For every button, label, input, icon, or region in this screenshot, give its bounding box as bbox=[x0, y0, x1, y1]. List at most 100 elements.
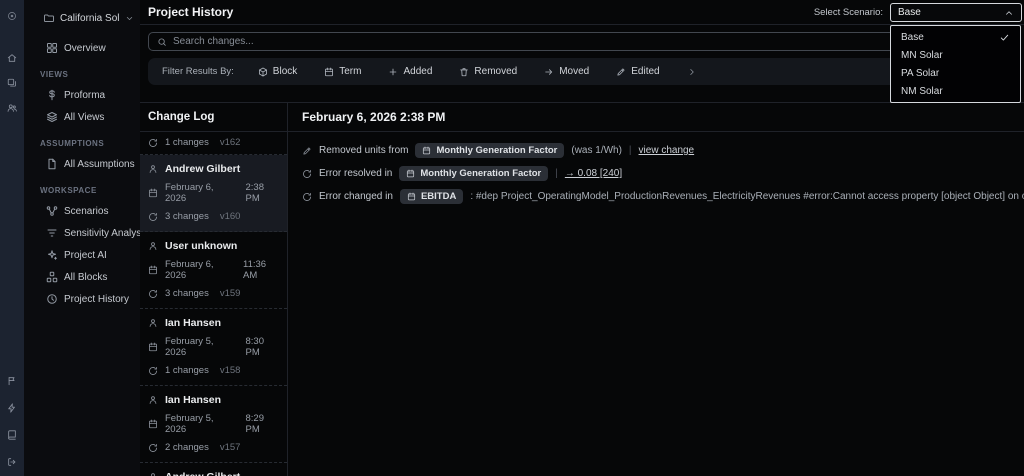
filter-button-label: Removed bbox=[474, 66, 518, 77]
sidebar-item-label: Project AI bbox=[64, 249, 107, 261]
block-badge[interactable]: Monthly Generation Factor bbox=[399, 166, 549, 181]
sidebar-item-proforma[interactable]: Proforma bbox=[24, 84, 140, 106]
scenario-select[interactable]: Base bbox=[890, 3, 1022, 22]
book-icon bbox=[8, 430, 16, 440]
sidebar-item-label: Overview bbox=[64, 42, 106, 54]
filter-removed-button[interactable]: Removed bbox=[459, 66, 517, 77]
sidebar-item-scenarios[interactable]: Scenarios bbox=[24, 200, 140, 222]
chevron-down-icon bbox=[126, 16, 133, 20]
folder-icon bbox=[44, 14, 54, 22]
change-note: (was 1/Wh) bbox=[571, 145, 622, 156]
scenario-option-mn-solar[interactable]: MN Solar bbox=[891, 46, 1020, 64]
changelog-entry[interactable]: 1 changes v162 bbox=[140, 132, 287, 155]
entry-change-count: 3 changes bbox=[165, 288, 209, 299]
more-filters-button[interactable] bbox=[687, 67, 697, 77]
changelog-entry[interactable]: Ian Hansen February 5, 2026 8:29 PM 2 chang… bbox=[140, 386, 287, 463]
logout-icon bbox=[8, 458, 16, 466]
entry-date: February 6, 2026 bbox=[165, 182, 214, 204]
search-bar bbox=[148, 32, 1016, 51]
entry-change-count: 1 changes bbox=[165, 365, 209, 376]
sidebar-item-project-ai[interactable]: Project AI bbox=[24, 244, 140, 266]
change-detail-row: Error changed in EBITDA: #dep Project_Ope… bbox=[302, 189, 1024, 204]
divider: | bbox=[628, 145, 632, 156]
trash-icon bbox=[460, 67, 469, 76]
filter-term-button[interactable]: Term bbox=[324, 66, 361, 77]
change-link[interactable]: → 0.08 [240] bbox=[565, 168, 622, 179]
filter-label: Filter Results By: bbox=[162, 66, 234, 77]
changelog-entry[interactable]: Ian Hansen February 5, 2026 8:30 PM 1 chang… bbox=[140, 309, 287, 386]
sidebar-item-overview[interactable]: Overview bbox=[24, 37, 140, 59]
change-log-list: 1 changes v162 Andrew Gilbert February 6, 2… bbox=[140, 132, 287, 476]
sidebar-sections: VIEWS Proforma All Views ASSUMPTIONS All Ass… bbox=[24, 59, 140, 310]
arrow-right-icon bbox=[545, 68, 553, 75]
block-badge-label: EBITDA bbox=[420, 191, 457, 202]
block-badge[interactable]: Monthly Generation Factor bbox=[415, 143, 565, 158]
change-link[interactable]: view change bbox=[639, 145, 695, 156]
rail-flag-button[interactable] bbox=[4, 373, 20, 389]
project-selector[interactable]: California Sol... bbox=[24, 10, 140, 26]
entry-date: February 5, 2026 bbox=[165, 336, 214, 358]
check-icon bbox=[1000, 34, 1009, 40]
scenario-option-base[interactable]: Base bbox=[891, 28, 1020, 46]
sidebar-item-all-assumptions[interactable]: All Assumptions bbox=[24, 153, 140, 175]
clock-icon bbox=[47, 294, 57, 304]
filter-added-button[interactable]: Added bbox=[388, 66, 432, 77]
project-name: California Sol... bbox=[60, 12, 120, 24]
changelog-entry[interactable]: Andrew GilbertFebruary 4, 20263:21 PM20 … bbox=[140, 463, 287, 476]
sidebar-item-sensitivity-analysis[interactable]: Sensitivity Analysis bbox=[24, 222, 140, 244]
sidebar-item-all-views[interactable]: All Views bbox=[24, 106, 140, 128]
entry-user-name: User unknown bbox=[165, 240, 238, 252]
person-icon bbox=[151, 473, 155, 476]
sidebar-item-label: All Assumptions bbox=[64, 158, 135, 170]
sync-icon bbox=[149, 443, 157, 452]
filter-button-label: Moved bbox=[559, 66, 590, 77]
chevron-right-icon bbox=[689, 68, 694, 75]
filter-button-label: Term bbox=[339, 66, 362, 77]
scenario-option-pa-solar[interactable]: PA Solar bbox=[891, 64, 1020, 82]
sidebar-item-label: All Views bbox=[64, 111, 105, 123]
change-action-text: Error changed in bbox=[319, 191, 393, 202]
person-icon bbox=[149, 396, 157, 404]
scenario-option-label: PA Solar bbox=[901, 67, 940, 79]
chevron-down-icon bbox=[125, 14, 134, 23]
block-badge[interactable]: EBITDA bbox=[399, 189, 464, 204]
scenario-option-nm-solar[interactable]: NM Solar bbox=[891, 82, 1020, 100]
entry-date: February 6, 2026 bbox=[165, 259, 214, 281]
rail-layers-button[interactable] bbox=[4, 75, 20, 91]
file-icon bbox=[48, 158, 56, 170]
scenario-option-label: MN Solar bbox=[901, 49, 943, 61]
rail-users-button[interactable] bbox=[4, 100, 20, 116]
filter-edited-button[interactable]: Edited bbox=[616, 66, 660, 77]
search-input[interactable] bbox=[173, 36, 1007, 47]
filter-bar: Filter Results By: Block Term Added Removed… bbox=[148, 58, 1016, 85]
change-action-text: Error resolved in bbox=[319, 168, 393, 179]
sidebar-section-title: WORKSPACE bbox=[40, 186, 97, 195]
changelog-entry[interactable]: User unknown February 6, 2026 11:36 AM 3 ch… bbox=[140, 232, 287, 309]
entry-version: v160 bbox=[219, 211, 241, 222]
chevron-up-icon bbox=[1004, 8, 1014, 18]
rail-home-button[interactable] bbox=[4, 50, 20, 66]
sidebar-item-project-history[interactable]: Project History bbox=[24, 288, 140, 310]
person-icon bbox=[149, 242, 157, 250]
rail-logout-button[interactable] bbox=[4, 454, 20, 470]
content-area: Change Log 1 changes v162 Andrew Gilbert Fe… bbox=[140, 102, 1024, 476]
person-icon bbox=[149, 319, 157, 327]
history-icon bbox=[303, 192, 311, 201]
change-detail-rows: Removed units from Monthly Generation Fac… bbox=[288, 132, 1024, 212]
change-detail-panel: February 6, 2026 2:38 PM Removed units f… bbox=[288, 103, 1024, 476]
filter-button-label: Edited bbox=[631, 66, 660, 77]
rail-bolt-button[interactable] bbox=[4, 400, 20, 416]
sidebar-item-all-blocks[interactable]: All Blocks bbox=[24, 266, 140, 288]
change-log-panel: Change Log 1 changes v162 Andrew Gilbert Fe… bbox=[140, 103, 288, 476]
change-log-title: Change Log bbox=[140, 103, 287, 132]
changelog-entry[interactable]: Andrew Gilbert February 6, 2026 2:38 PM 3 c… bbox=[140, 155, 287, 232]
rail-book-button[interactable] bbox=[4, 427, 20, 443]
sync-icon bbox=[149, 212, 157, 221]
chevron-right-icon bbox=[687, 67, 697, 77]
entry-change-count: 2 changes bbox=[165, 442, 209, 453]
pencil-icon bbox=[617, 67, 625, 76]
entry-time: 2:38 PM bbox=[245, 182, 265, 204]
sidebar-item-label: Project History bbox=[64, 293, 130, 305]
filter-moved-button[interactable]: Moved bbox=[544, 66, 589, 77]
filter-block-button[interactable]: Block bbox=[258, 66, 297, 77]
